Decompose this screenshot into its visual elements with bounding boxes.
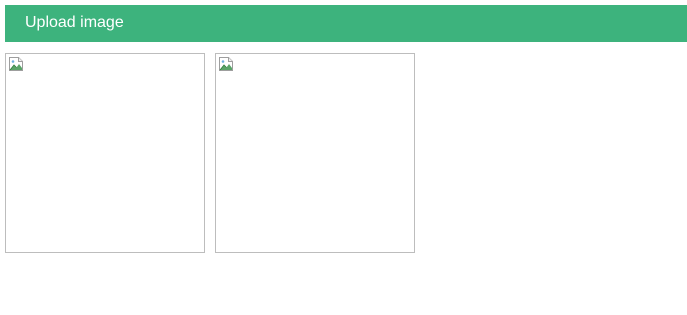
upload-image-button[interactable]: Upload image bbox=[5, 5, 687, 42]
broken-image-icon bbox=[219, 57, 233, 71]
broken-image-icon bbox=[9, 57, 23, 71]
image-gallery bbox=[5, 53, 687, 253]
image-thumbnail[interactable] bbox=[215, 53, 415, 253]
upload-image-label: Upload image bbox=[25, 14, 124, 31]
image-thumbnail[interactable] bbox=[5, 53, 205, 253]
